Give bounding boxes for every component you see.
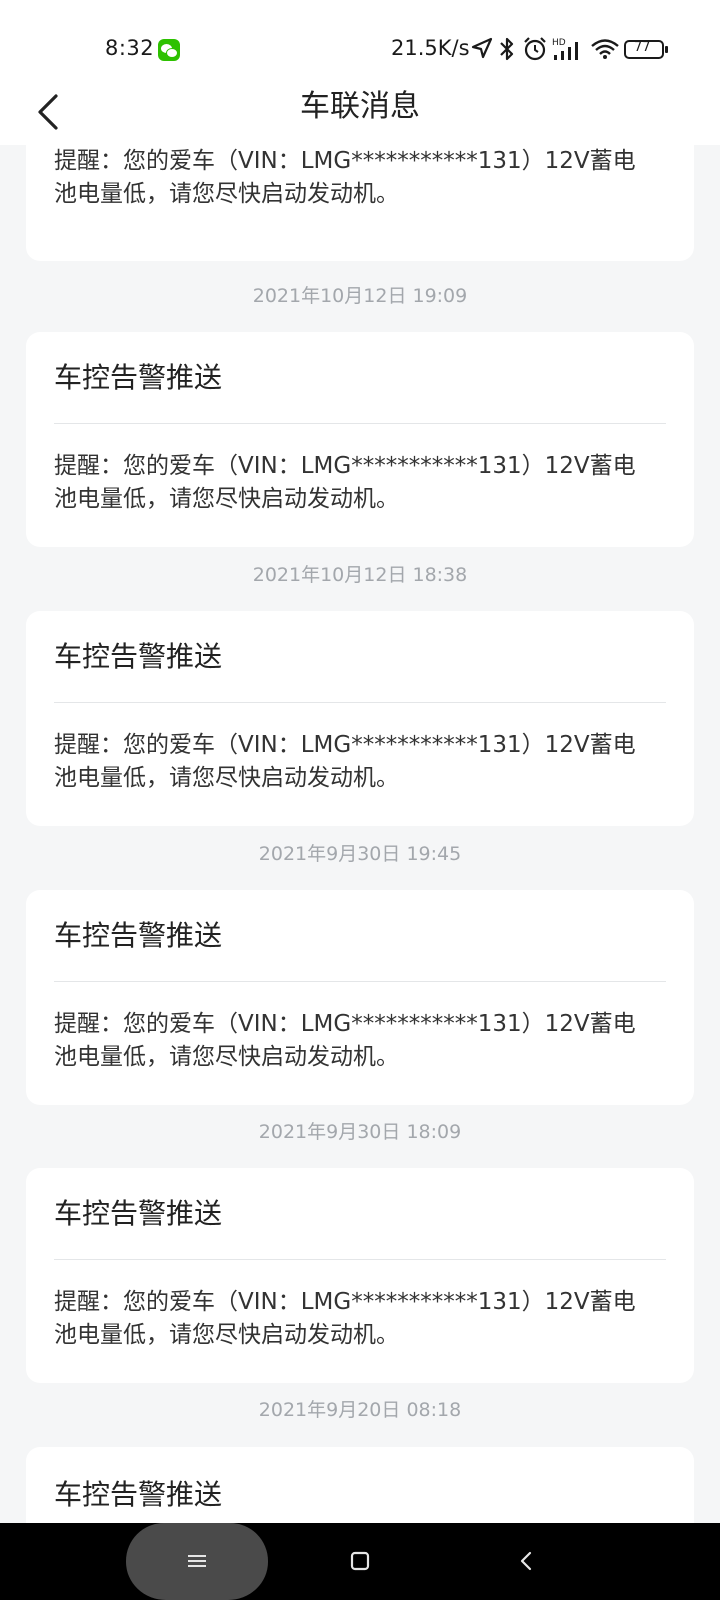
message-card[interactable]: 提醒：您的爱车（VIN：LMG***********131）12V蓄电池电量低，… bbox=[26, 145, 694, 261]
status-time: 8:32 bbox=[105, 36, 155, 60]
divider bbox=[54, 1259, 666, 1260]
home-button[interactable] bbox=[338, 1541, 382, 1581]
back-nav-button[interactable] bbox=[504, 1541, 548, 1581]
battery-level: 77 bbox=[634, 40, 651, 55]
message-card[interactable]: 车控告警推送 提醒：您的爱车（VIN：LMG***********131）12V… bbox=[26, 332, 694, 547]
divider bbox=[54, 981, 666, 982]
message-title: 车控告警推送 bbox=[54, 640, 223, 673]
app-header: 车联消息 bbox=[0, 90, 720, 145]
message-card[interactable]: 车控告警推送 提醒：您的爱车（VIN：LMG***********131）12V… bbox=[26, 1168, 694, 1383]
divider bbox=[54, 702, 666, 703]
svg-text:HD: HD bbox=[552, 38, 566, 48]
menu-icon bbox=[188, 1555, 206, 1567]
message-body: 提醒：您的爱车（VIN：LMG***********131）12V蓄电池电量低，… bbox=[54, 453, 636, 512]
page-title: 车联消息 bbox=[300, 89, 420, 124]
message-title: 车控告警推送 bbox=[54, 919, 223, 952]
message-timestamp: 2021年9月30日 18:09 bbox=[258, 1121, 462, 1143]
message-card[interactable]: 车控告警推送 提醒：您的爱车（VIN：LMG***********131）12V… bbox=[26, 890, 694, 1105]
message-body: 提醒：您的爱车（VIN：LMG***********131）12V蓄电池电量低，… bbox=[54, 732, 636, 791]
message-timestamp: 2021年10月12日 18:38 bbox=[252, 564, 468, 586]
message-body: 提醒：您的爱车（VIN：LMG***********131）12V蓄电池电量低，… bbox=[54, 1011, 636, 1070]
network-speed: 21.5K/s bbox=[391, 36, 470, 60]
bluetooth-icon bbox=[500, 37, 514, 61]
message-body: 提醒：您的爱车（VIN：LMG***********131）12V蓄电池电量低，… bbox=[54, 148, 636, 207]
back-icon bbox=[520, 1551, 532, 1571]
message-title: 车控告警推送 bbox=[54, 1478, 223, 1511]
status-bar: 8:32 21.5K/s HD 77 bbox=[0, 0, 720, 90]
message-card[interactable]: 车控告警推送 bbox=[26, 1447, 694, 1523]
location-icon bbox=[471, 37, 493, 59]
home-icon bbox=[350, 1551, 370, 1571]
message-timestamp: 2021年9月30日 19:45 bbox=[258, 843, 462, 865]
menu-button[interactable] bbox=[175, 1541, 219, 1581]
hd-signal-icon: HD bbox=[552, 38, 578, 60]
message-timestamp: 2021年10月12日 19:09 bbox=[252, 285, 468, 307]
message-timestamp: 2021年9月20日 08:18 bbox=[258, 1399, 462, 1421]
message-title: 车控告警推送 bbox=[54, 1197, 223, 1230]
wifi-icon bbox=[591, 39, 619, 59]
navigation-bar bbox=[0, 1523, 720, 1600]
message-body: 提醒：您的爱车（VIN：LMG***********131）12V蓄电池电量低，… bbox=[54, 1289, 636, 1348]
divider bbox=[54, 423, 666, 424]
wechat-icon bbox=[158, 39, 180, 61]
message-card[interactable]: 车控告警推送 提醒：您的爱车（VIN：LMG***********131）12V… bbox=[26, 611, 694, 826]
message-list[interactable]: 提醒：您的爱车（VIN：LMG***********131）12V蓄电池电量低，… bbox=[0, 145, 720, 1523]
message-title: 车控告警推送 bbox=[54, 361, 223, 394]
alarm-icon bbox=[524, 37, 546, 61]
